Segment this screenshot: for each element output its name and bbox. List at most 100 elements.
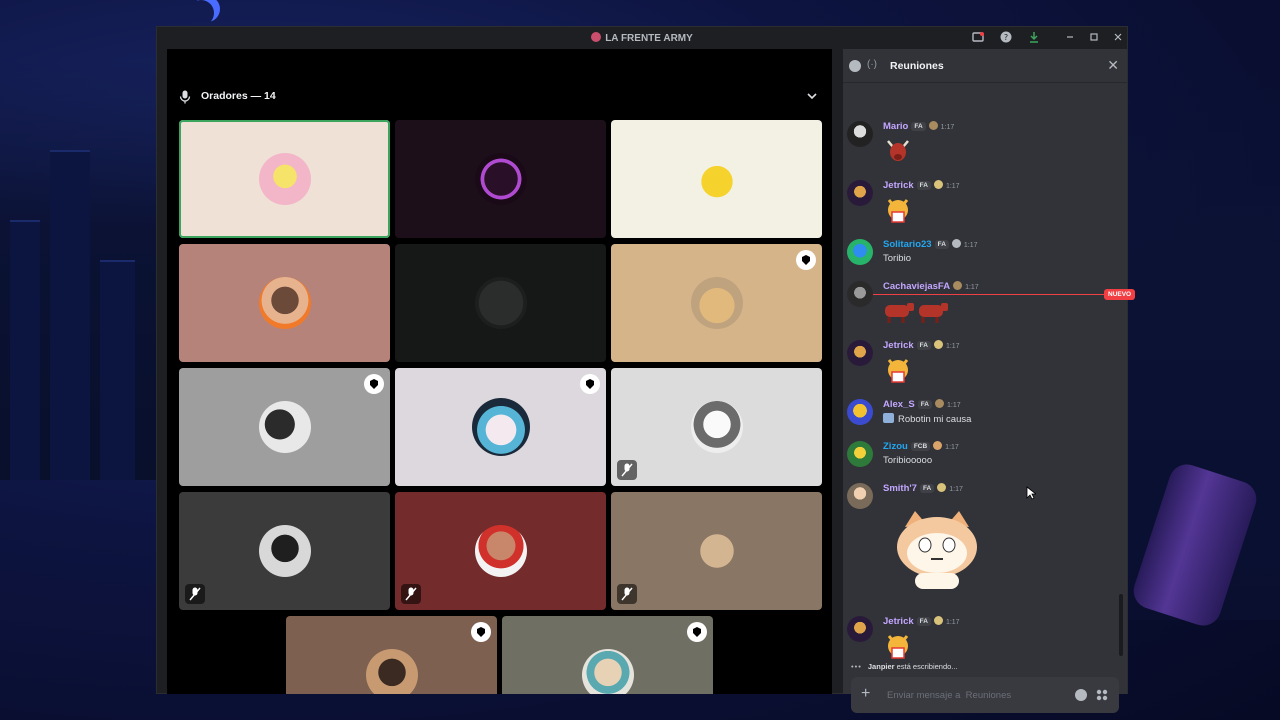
avatar xyxy=(474,277,527,329)
moderator-badge-icon xyxy=(687,622,707,642)
help-icon[interactable]: ? xyxy=(999,31,1013,45)
avatar[interactable] xyxy=(847,180,873,206)
username[interactable]: Jetrick xyxy=(883,616,914,627)
speakers-header[interactable]: Oradores — 14 xyxy=(179,89,819,105)
svg-text:?: ? xyxy=(1004,33,1008,42)
close-chat-icon[interactable]: ✕ xyxy=(1107,57,1119,74)
channel-name: Reuniones xyxy=(890,60,944,72)
avatar xyxy=(258,401,311,453)
avatar xyxy=(474,153,527,205)
message-header: CachaviejasFA 1:17 xyxy=(883,281,979,293)
timestamp: 1:17 xyxy=(965,284,979,291)
clan-tag: FA xyxy=(916,617,931,626)
username[interactable]: Solitario23 xyxy=(883,239,932,250)
cat-popcorn-emoji-icon xyxy=(887,635,909,659)
username[interactable]: Smith'7 xyxy=(883,483,917,494)
speaker-tile[interactable] xyxy=(179,120,390,238)
message-header: Jetrick FA 1:17 xyxy=(883,616,960,628)
muted-mic-icon xyxy=(617,460,637,480)
username[interactable]: Jetrick xyxy=(883,340,914,351)
timestamp: 1:17 xyxy=(945,619,960,626)
avatar[interactable] xyxy=(847,121,873,147)
wallpaper-city-left xyxy=(0,60,160,480)
speaker-tile[interactable] xyxy=(179,368,390,486)
shiba-sticker-icon xyxy=(897,511,977,589)
avatar[interactable] xyxy=(847,616,873,642)
speaker-tile[interactable] xyxy=(395,244,606,362)
message-text: Robotin mi causa xyxy=(883,413,971,425)
chat-bubble-icon xyxy=(849,60,861,72)
username[interactable]: Alex_S xyxy=(883,399,915,410)
clan-tag: FA xyxy=(911,122,926,131)
username[interactable]: Jetrick xyxy=(883,180,914,191)
chat-panel: (·) Reuniones ✕ Mario FA 1:17 Jetrick FA 1:1… xyxy=(843,49,1136,713)
app-window: LA FRENTE ARMY ? Oradores — 14 (·) Reuni… xyxy=(156,26,1136,713)
chat-scrollbar[interactable] xyxy=(1119,594,1123,656)
speaker-tile[interactable] xyxy=(179,244,390,362)
chat-message: Zizou FCB 1:17 Toribiooooo xyxy=(847,441,1117,473)
clan-tag: FCB xyxy=(910,442,931,451)
message-header: Jetrick FA 1:17 xyxy=(883,180,960,192)
speaker-tile[interactable] xyxy=(611,368,822,486)
apps-icon[interactable] xyxy=(1095,688,1109,702)
message-header: Jetrick FA 1:17 xyxy=(883,340,960,352)
timestamp: 1:17 xyxy=(940,124,955,131)
message-header: Mario FA 1:17 xyxy=(883,121,954,133)
microphone-icon xyxy=(179,90,191,104)
message-text: Toribiooooo xyxy=(883,455,933,466)
muted-mic-icon xyxy=(401,584,421,604)
speaker-tile[interactable] xyxy=(179,492,390,610)
avatar xyxy=(471,398,530,456)
avatar[interactable] xyxy=(847,340,873,366)
chat-message: Smith'7 FA 1:17 xyxy=(847,483,1117,603)
speakers-label: Oradores — 14 xyxy=(201,90,276,102)
avatar xyxy=(690,277,743,329)
wallpaper-moon xyxy=(188,0,214,26)
typing-indicator: ••• Janpier está escribiendo... xyxy=(851,662,958,671)
chat-message: Alex_S FA 1:17 Robotin mi causa xyxy=(847,399,1117,431)
avatar[interactable] xyxy=(847,483,873,509)
typing-suffix: está escribiendo... xyxy=(896,662,958,671)
download-icon[interactable] xyxy=(1027,31,1041,45)
avatar[interactable] xyxy=(847,441,873,467)
attach-plus-icon[interactable]: + xyxy=(861,685,870,703)
emoji-picker-icon[interactable] xyxy=(1075,689,1087,701)
role-icon xyxy=(933,340,943,349)
chat-message: CachaviejasFA 1:17 xyxy=(847,281,1117,329)
stage-grid: Oradores — 14 xyxy=(167,49,832,694)
speaker-tile[interactable] xyxy=(611,120,822,238)
speaker-tile[interactable] xyxy=(395,368,606,486)
username[interactable]: CachaviejasFA xyxy=(883,281,950,292)
inbox-icon[interactable] xyxy=(971,31,985,45)
role-icon xyxy=(937,483,947,492)
speaker-tile[interactable] xyxy=(286,616,497,694)
avatar xyxy=(365,649,418,694)
message-input[interactable] xyxy=(887,687,1057,703)
timestamp: 1:17 xyxy=(949,486,963,493)
avatar xyxy=(581,649,634,694)
role-icon xyxy=(933,616,943,625)
avatar[interactable] xyxy=(847,281,873,307)
avatar xyxy=(690,153,743,205)
speaker-tile[interactable] xyxy=(395,120,606,238)
message-header: Alex_S FA 1:17 xyxy=(883,399,961,411)
avatar[interactable] xyxy=(847,239,873,265)
channel-icon: (·) xyxy=(867,59,877,70)
speaker-tile[interactable] xyxy=(502,616,713,694)
username[interactable]: Zizou xyxy=(883,441,908,452)
avatar[interactable] xyxy=(847,399,873,425)
moderator-badge-icon xyxy=(580,374,600,394)
speaker-tile[interactable] xyxy=(395,492,606,610)
maximize-icon[interactable] xyxy=(1087,31,1101,45)
close-window-icon[interactable] xyxy=(1111,31,1125,45)
speaker-tile[interactable] xyxy=(611,492,822,610)
chevron-down-icon[interactable] xyxy=(805,89,819,103)
mouse-cursor-icon xyxy=(1026,486,1036,500)
minimize-icon[interactable] xyxy=(1063,31,1077,45)
avatar xyxy=(474,525,527,577)
speaker-tile[interactable] xyxy=(611,244,822,362)
title-bar: LA FRENTE ARMY ? xyxy=(157,27,1127,49)
avatar xyxy=(258,153,311,205)
username[interactable]: Mario xyxy=(883,121,908,132)
message-header: Solitario23 FA 1:17 xyxy=(883,239,978,251)
